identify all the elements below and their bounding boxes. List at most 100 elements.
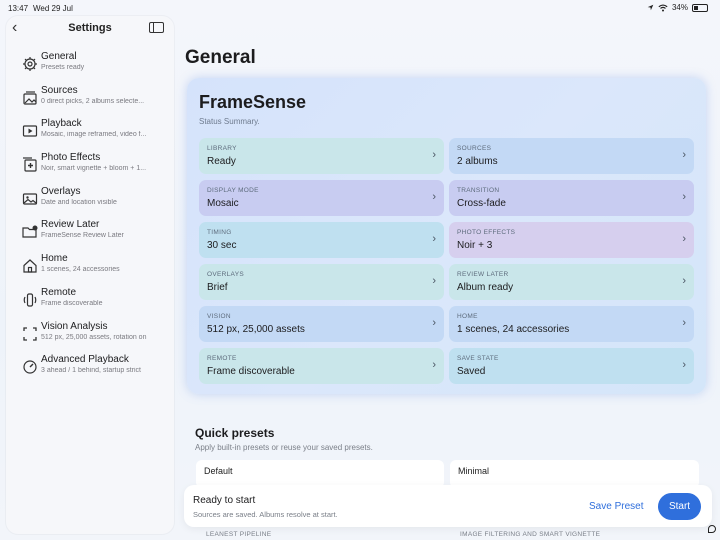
chevron-right-icon: › <box>432 359 436 371</box>
viewfinder-icon <box>23 326 37 341</box>
tile-value: Album ready <box>457 282 514 293</box>
preset-tag: IMAGE FILTERING AND SMART VIGNETTE <box>460 531 601 538</box>
status-time: 13:47 <box>8 4 29 13</box>
tile-review-later[interactable]: REVIEW LATER Album ready › <box>449 264 694 300</box>
remote-icon <box>23 293 37 307</box>
start-button[interactable]: Start <box>658 493 701 520</box>
sidebar-item-label: Sources <box>41 84 78 96</box>
tile-timing[interactable]: TIMING 30 sec › <box>199 222 444 258</box>
gear-icon <box>23 57 37 71</box>
sidebar-item-advanced-playback[interactable]: Advanced Playback 3 ahead / 1 behind, sta… <box>6 351 174 385</box>
tile-value: 30 sec <box>207 240 237 251</box>
gauge-icon <box>23 360 37 374</box>
sidebar-item-general[interactable]: General Presets ready <box>6 48 174 82</box>
tile-label: LIBRARY <box>207 145 237 152</box>
wifi-icon <box>658 4 668 11</box>
chevron-right-icon: › <box>432 233 436 245</box>
play-rectangle-icon <box>22 125 38 137</box>
tile-home[interactable]: HOME 1 scenes, 24 accessories › <box>449 306 694 342</box>
status-summary-card: FrameSense Status Summary. LIBRARY Ready… <box>187 78 706 394</box>
sidebar-item-overlays[interactable]: Overlays Date and location visible <box>6 183 174 217</box>
sidebar-item-sub: Presets ready <box>41 64 85 71</box>
scroll-indicator-icon <box>708 525 716 533</box>
tile-remote[interactable]: REMOTE Frame discoverable › <box>199 348 444 384</box>
tile-value: Frame discoverable <box>207 366 295 377</box>
sidebar-item-label: Playback <box>41 118 82 130</box>
start-bar-title: Ready to start <box>193 495 256 506</box>
sidebar-item-remote[interactable]: Remote Frame discoverable <box>6 284 174 318</box>
tile-display-mode[interactable]: DISPLAY MODE Mosaic › <box>199 180 444 216</box>
chevron-right-icon: › <box>682 275 686 287</box>
chevron-right-icon: › <box>432 275 436 287</box>
preset-name: Minimal <box>458 466 490 476</box>
tile-sources[interactable]: SOURCES 2 albums › <box>449 138 694 174</box>
sidebar-item-label: Photo Effects <box>41 152 101 164</box>
photo-stack-icon <box>23 91 37 105</box>
preset-tag: LEANEST PIPELINE <box>206 531 272 538</box>
sidebar-item-sub: Noir, smart vignette + bloom + 1... <box>41 165 147 173</box>
sidebar-item-sources[interactable]: Sources 0 direct picks, 2 albums selecte.… <box>6 82 174 116</box>
sidebar-header: ‹ Settings <box>6 16 174 42</box>
sidebar-item-label: Review Later <box>41 219 100 231</box>
sidebar-item-vision-analysis[interactable]: Vision Analysis 512 px, 25,000 assets, ro… <box>6 318 174 352</box>
battery-icon <box>692 3 708 12</box>
sidebar-item-label: Vision Analysis <box>41 320 108 332</box>
sidebar-item-review-later[interactable]: Review Later FrameSense Review Later <box>6 216 174 250</box>
tile-overlays[interactable]: OVERLAYS Brief › <box>199 264 444 300</box>
sidebar-item-photo-effects[interactable]: Photo Effects Noir, smart vignette + bloo… <box>6 149 174 183</box>
battery-percent: 34% <box>671 3 688 12</box>
save-preset-button[interactable]: Save Preset <box>589 501 643 512</box>
sidebar-item-label: Advanced Playback <box>41 354 129 366</box>
effects-plus-icon <box>23 157 37 172</box>
chevron-right-icon: › <box>682 233 686 245</box>
sidebar: ‹ Settings General Presets ready Sources 0… <box>6 16 174 534</box>
chevron-right-icon: › <box>432 149 436 161</box>
tile-label: VISION <box>207 313 231 320</box>
sidebar-item-sub: 1 scenes, 24 accessories <box>41 266 120 274</box>
tile-label: REVIEW LATER <box>457 271 509 278</box>
sidebar-item-label: Remote <box>41 286 77 298</box>
tile-value: 2 albums <box>457 156 498 167</box>
sidebar-item-sub: 3 ahead / 1 behind, startup strict <box>41 367 142 375</box>
tile-save-state[interactable]: SAVE STATE Saved › <box>449 348 694 384</box>
tile-label: TRANSITION <box>457 187 500 194</box>
sidebar-toggle-icon[interactable] <box>149 22 164 33</box>
tile-value: Cross-fade <box>457 198 506 209</box>
tile-label: SAVE STATE <box>457 355 499 362</box>
tile-photo-effects[interactable]: PHOTO EFFECTS Noir + 3 › <box>449 222 694 258</box>
status-right: 34% <box>647 3 708 12</box>
tile-label: HOME <box>457 313 478 320</box>
sidebar-item-label: Home <box>41 253 68 265</box>
tile-value: Brief <box>207 282 228 293</box>
tile-transition[interactable]: TRANSITION Cross-fade › <box>449 180 694 216</box>
tile-value: 1 scenes, 24 accessories <box>457 324 570 335</box>
tile-label: TIMING <box>207 229 232 236</box>
sidebar-item-sub: Date and location visible <box>41 198 117 206</box>
tile-label: REMOTE <box>207 355 237 362</box>
sidebar-item-sub: FrameSense Review Later <box>41 232 124 240</box>
preset-name: Default <box>204 466 233 476</box>
chevron-right-icon: › <box>682 149 686 161</box>
status-date: Wed 29 Jul <box>33 4 73 13</box>
sidebar-item-sub: Frame discoverable <box>41 299 103 307</box>
quick-presets-title: Quick presets <box>195 426 275 440</box>
chevron-right-icon: › <box>682 359 686 371</box>
status-bar: 13:47 Wed 29 Jul 34% <box>0 0 720 16</box>
tile-label: OVERLAYS <box>207 271 244 278</box>
start-bar: Ready to start Sources are saved. Albums… <box>184 485 712 527</box>
chevron-right-icon: › <box>432 191 436 203</box>
tile-label: SOURCES <box>457 145 492 152</box>
preset-minimal[interactable]: Minimal <box>450 460 699 488</box>
page-title: General <box>185 47 256 68</box>
location-icon <box>647 4 654 11</box>
sidebar-item-home[interactable]: Home 1 scenes, 24 accessories <box>6 250 174 284</box>
card-title: FrameSense <box>199 92 307 112</box>
sidebar-item-playback[interactable]: Playback Mosaic, image reframed, video f.… <box>6 115 174 149</box>
tile-library[interactable]: LIBRARY Ready › <box>199 138 444 174</box>
tile-label: PHOTO EFFECTS <box>457 229 516 236</box>
chevron-right-icon: › <box>682 191 686 203</box>
preset-default[interactable]: Default <box>196 460 444 488</box>
tile-vision[interactable]: VISION 512 px, 25,000 assets › <box>199 306 444 342</box>
tile-value: Noir + 3 <box>457 240 493 251</box>
sidebar-item-sub: 512 px, 25,000 assets, rotation on <box>41 333 147 341</box>
